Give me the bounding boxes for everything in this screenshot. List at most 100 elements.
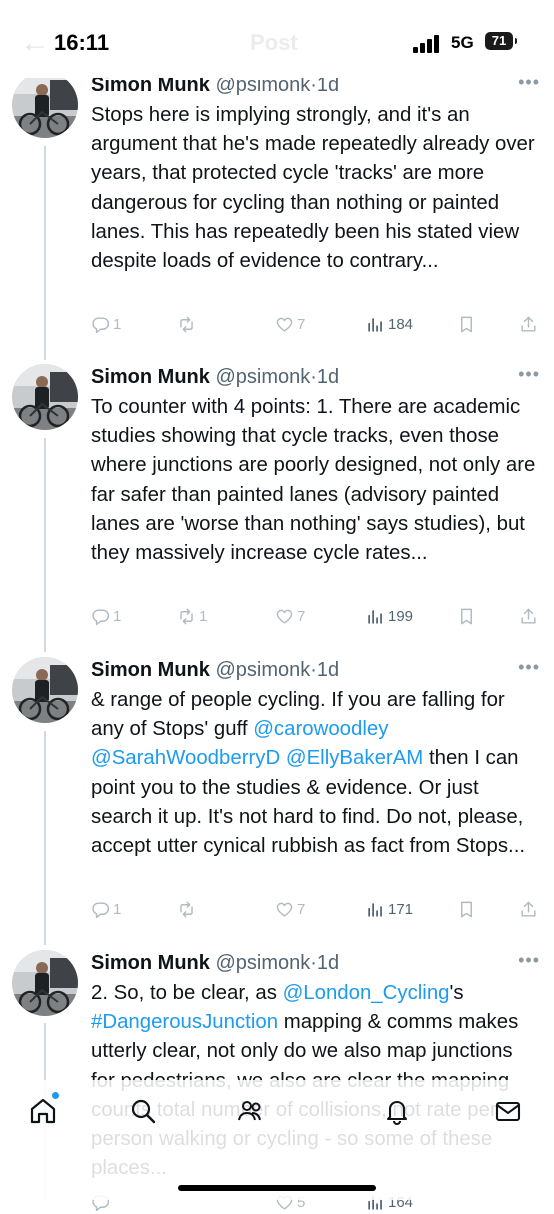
separator-dot: · xyxy=(310,659,317,681)
heart-icon xyxy=(276,902,293,917)
repost-icon xyxy=(180,316,193,332)
more-options-icon[interactable]: ••• xyxy=(518,364,540,385)
battery-icon: 71 xyxy=(485,32,517,50)
heart-icon xyxy=(276,317,293,332)
bookmark-icon xyxy=(461,316,472,332)
signal-icon xyxy=(413,35,443,53)
heart-icon xyxy=(276,609,293,624)
avatar[interactable] xyxy=(12,72,78,138)
reply-button[interactable]: 1 xyxy=(91,604,121,628)
notifications-icon[interactable] xyxy=(382,1096,412,1126)
bookmark-button[interactable] xyxy=(457,312,476,336)
separator-dot: · xyxy=(310,952,317,974)
author-name[interactable]: Simon Munk xyxy=(91,659,210,681)
reply-button[interactable]: 1 xyxy=(91,312,121,336)
mention-link[interactable]: @EllyBakerAM xyxy=(286,747,423,769)
bottom-tab-bar xyxy=(0,1080,554,1200)
mention-link[interactable]: @carowoodley xyxy=(253,718,388,740)
repost-icon xyxy=(180,608,193,624)
bookmark-button[interactable] xyxy=(457,604,476,628)
reply-icon xyxy=(92,316,110,333)
hashtag-link[interactable]: #DangerousJunction xyxy=(91,1011,278,1033)
tweet-text: Stops here is implying strongly, and it'… xyxy=(91,101,541,276)
like-button[interactable]: 7 xyxy=(275,897,305,921)
like-count: 7 xyxy=(297,900,306,918)
avatar[interactable] xyxy=(12,657,78,723)
reply-button[interactable]: 1 xyxy=(91,897,121,921)
view-count: 184 xyxy=(388,315,414,333)
messages-icon[interactable] xyxy=(493,1096,523,1126)
share-button[interactable] xyxy=(519,897,538,921)
tweet-actions: 1 7 171 xyxy=(91,897,541,921)
author-handle[interactable]: @psimonk xyxy=(215,659,310,681)
tweet-header: Simon Munk @psimonk·1d xyxy=(91,950,339,976)
tweet-text-segment: 's xyxy=(449,982,464,1004)
repost-count: 1 xyxy=(199,607,208,625)
tweet-actions: 1 1 7 199 xyxy=(91,604,541,628)
view-count: 199 xyxy=(388,607,414,625)
like-count: 7 xyxy=(297,607,306,625)
home-indicator xyxy=(178,1185,376,1191)
repost-button[interactable] xyxy=(177,312,199,336)
search-icon[interactable] xyxy=(128,1096,158,1126)
view-count: 171 xyxy=(388,900,414,918)
repost-icon xyxy=(180,901,193,917)
tweet-header: Simon Munk @psimonk·1d xyxy=(91,364,339,390)
views-icon xyxy=(368,609,382,624)
tweet-header: Simon Munk @psimonk·1d xyxy=(91,657,339,683)
reply-count: 1 xyxy=(113,900,122,918)
status-bar: ← Post 16:11 5G 71 xyxy=(0,0,554,78)
tweet-time[interactable]: 1d xyxy=(317,952,339,974)
views-icon xyxy=(368,902,382,917)
tweet[interactable]: Simon Munk @psimonk·1d ••• To counter wi… xyxy=(0,364,554,644)
notification-dot xyxy=(52,1092,59,1099)
avatar[interactable] xyxy=(12,364,78,430)
separator-dot: · xyxy=(310,366,317,388)
repost-button[interactable] xyxy=(177,897,199,921)
back-arrow-icon[interactable]: ← xyxy=(20,26,50,60)
tweet-body: Stops here is implying strongly, and it'… xyxy=(91,104,535,273)
status-time: 16:11 xyxy=(54,30,110,55)
tweet-time[interactable]: 1d xyxy=(317,659,339,681)
mention-link[interactable]: @London_Cycling xyxy=(283,982,450,1004)
home-icon[interactable] xyxy=(28,1092,59,1126)
avatar[interactable] xyxy=(12,950,78,1016)
tweet-time[interactable]: 1d xyxy=(317,366,339,388)
repost-button[interactable]: 1 xyxy=(177,604,207,628)
more-options-icon[interactable]: ••• xyxy=(518,950,540,971)
author-handle[interactable]: @psimonk xyxy=(215,952,310,974)
views-button[interactable]: 171 xyxy=(366,897,413,921)
views-button[interactable]: 199 xyxy=(366,604,413,628)
tweet[interactable]: Simon Munk @psimonk·1d ••• & range of pe… xyxy=(0,657,554,937)
reply-icon xyxy=(92,608,110,625)
author-handle[interactable]: @psimonk xyxy=(215,366,310,388)
author-name[interactable]: Simon Munk xyxy=(91,952,210,974)
reply-count: 1 xyxy=(113,607,122,625)
reply-icon xyxy=(92,901,110,918)
battery-level: 71 xyxy=(491,33,507,48)
tweet-body: To counter with 4 points: 1. There are a… xyxy=(91,396,536,565)
share-icon xyxy=(521,316,536,332)
mention-link[interactable]: @SarahWoodberryD xyxy=(91,747,280,769)
bookmark-button[interactable] xyxy=(457,897,476,921)
like-count: 7 xyxy=(297,315,306,333)
share-icon xyxy=(521,608,536,624)
network-type: 5G xyxy=(451,33,474,52)
page-title: Post xyxy=(250,30,298,55)
views-button[interactable]: 184 xyxy=(366,312,413,336)
communities-icon[interactable] xyxy=(236,1096,266,1126)
author-name[interactable]: Simon Munk xyxy=(91,366,210,388)
share-icon xyxy=(521,901,536,917)
like-button[interactable]: 7 xyxy=(275,604,305,628)
bookmark-icon xyxy=(461,901,472,917)
tweet-text-segment: 2. So, to be clear, as xyxy=(91,982,283,1004)
tweet-actions: 1 7 184 xyxy=(91,312,541,336)
more-options-icon[interactable]: ••• xyxy=(518,657,540,678)
share-button[interactable] xyxy=(519,312,538,336)
share-button[interactable] xyxy=(519,604,538,628)
tweet-text: & range of people cycling. If you are fa… xyxy=(91,686,541,861)
tweet[interactable]: Simon Munk @psimonk·1d ••• Stops here is… xyxy=(0,72,554,352)
views-icon xyxy=(368,317,382,332)
like-button[interactable]: 7 xyxy=(275,312,305,336)
bookmark-icon xyxy=(461,608,472,624)
